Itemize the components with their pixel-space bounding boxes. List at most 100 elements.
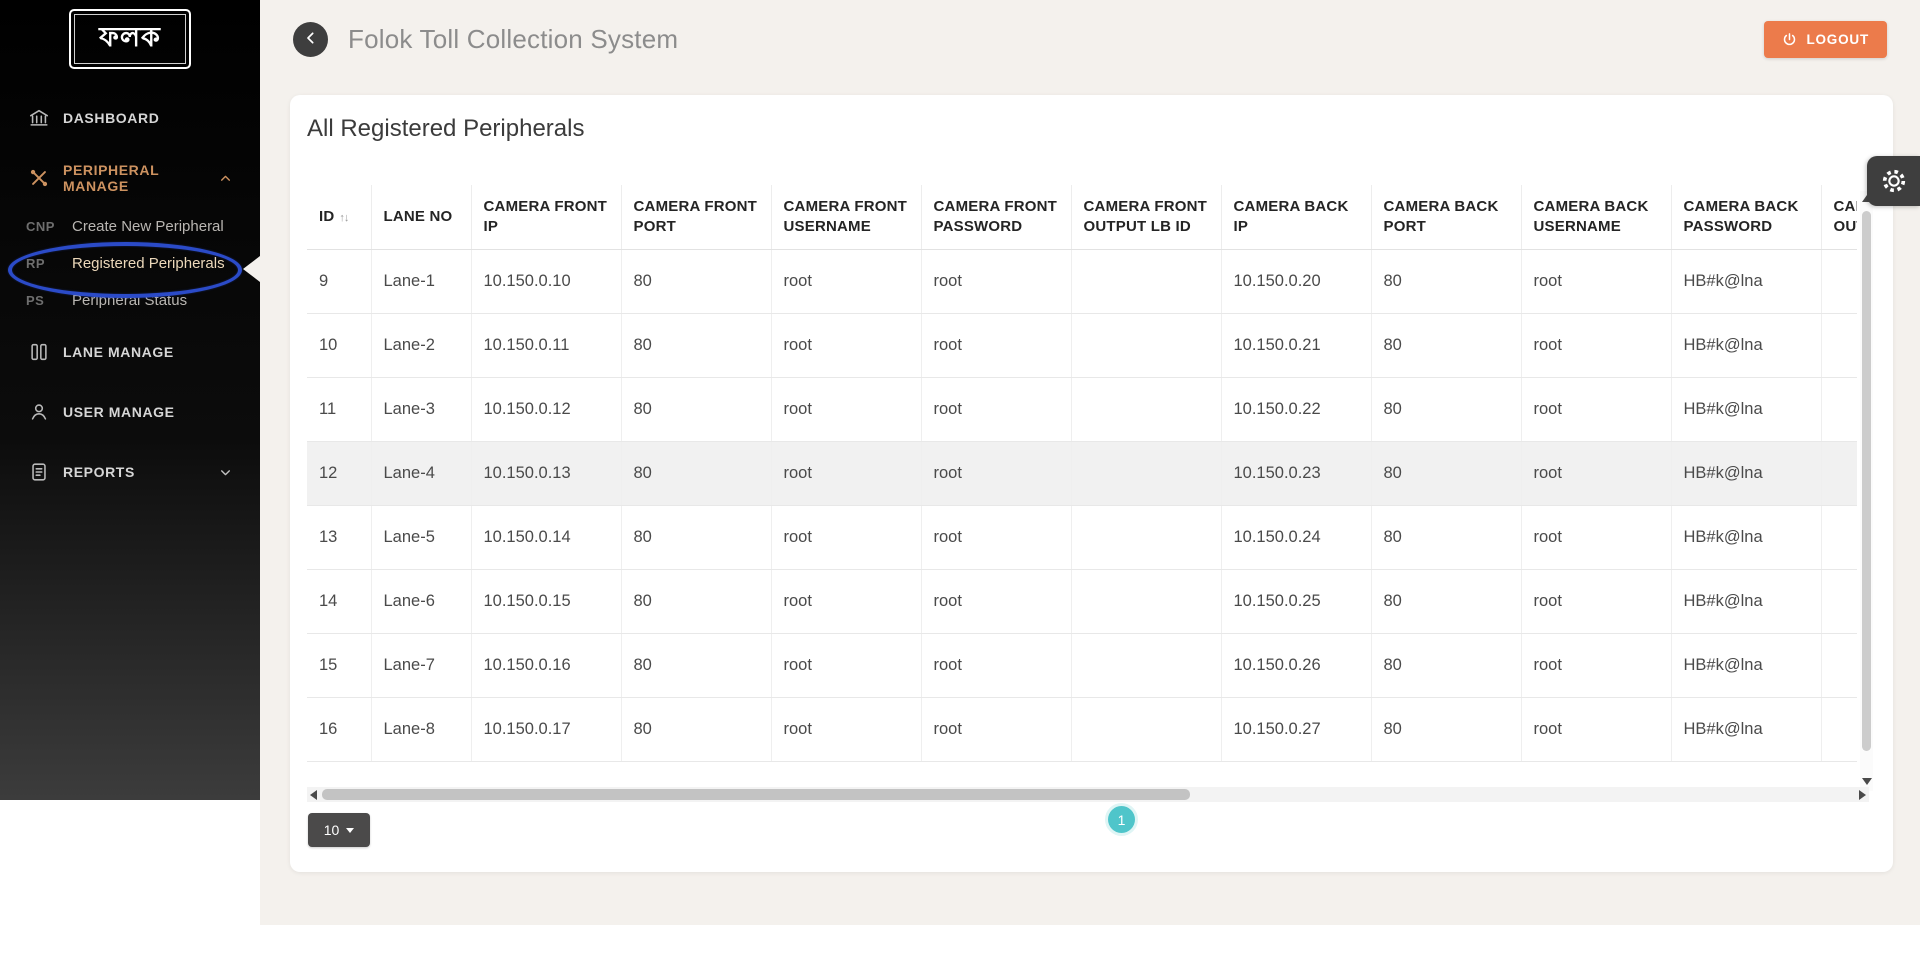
table-cell: root [921, 313, 1071, 377]
table-cell [1071, 697, 1221, 761]
table-cell: root [1521, 569, 1671, 633]
scroll-left-button[interactable] [310, 790, 317, 800]
vertical-scrollbar[interactable] [1860, 191, 1873, 791]
table-cell [1071, 313, 1221, 377]
table-cell: 10.150.0.25 [1221, 569, 1371, 633]
sidebar-item-reports[interactable]: REPORTS [0, 450, 260, 494]
table-cell: 80 [1371, 697, 1521, 761]
chevron-left-icon [303, 30, 319, 49]
peripherals-table: ID↑↓LANE NOCAMERA FRONT IPCAMERA FRONT P… [307, 185, 1857, 762]
table-cell [1821, 377, 1857, 441]
table-cell: 10.150.0.14 [471, 505, 621, 569]
settings-gear-button[interactable] [1867, 156, 1920, 206]
table-row[interactable]: 15Lane-710.150.0.1680rootroot10.150.0.26… [307, 633, 1857, 697]
table-cell: root [771, 441, 921, 505]
caret-down-icon [346, 828, 354, 833]
column-header: CAMERA FRONT IP [471, 185, 621, 249]
vertical-scrollbar-thumb[interactable] [1862, 211, 1871, 751]
table-cell: 80 [621, 505, 771, 569]
table-cell: 10.150.0.20 [1221, 249, 1371, 313]
table-cell: HB#k@lna [1671, 377, 1821, 441]
table-cell: 14 [307, 569, 371, 633]
content-card: All Registered Peripherals ID↑↓LANE NOCA… [290, 95, 1893, 872]
table-row[interactable]: 10Lane-210.150.0.1180rootroot10.150.0.21… [307, 313, 1857, 377]
table-cell: 10.150.0.15 [471, 569, 621, 633]
table-cell: HB#k@lna [1671, 505, 1821, 569]
table-row[interactable]: 16Lane-810.150.0.1780rootroot10.150.0.27… [307, 697, 1857, 761]
sidebar-item-lane-manage[interactable]: LANE MANAGE [0, 330, 260, 374]
table-cell: 16 [307, 697, 371, 761]
user-icon [28, 401, 50, 423]
table-cell: Lane-1 [371, 249, 471, 313]
table-cell: root [1521, 377, 1671, 441]
table-cell [1071, 569, 1221, 633]
logo-text: ফলক [99, 17, 161, 62]
table-cell: root [921, 441, 1071, 505]
table-cell: Lane-4 [371, 441, 471, 505]
pagination-page-button[interactable]: 1 [1108, 806, 1135, 833]
scroll-down-button[interactable] [1862, 778, 1872, 785]
sidebar-item-label: LANE MANAGE [63, 344, 174, 360]
table-cell [1071, 249, 1221, 313]
sidebar-item-create-new-peripheral[interactable]: CNP Create New Peripheral [0, 208, 260, 245]
table-cell: 80 [1371, 633, 1521, 697]
table-row[interactable]: 12Lane-410.150.0.1380rootroot10.150.0.23… [307, 441, 1857, 505]
table-cell: 80 [1371, 569, 1521, 633]
table-cell [1821, 313, 1857, 377]
app-window: ফলক DASHBOARD PERIPHERAL MANAGE [0, 0, 1920, 957]
card-title: All Registered Peripherals [307, 115, 584, 143]
table-cell: 80 [1371, 313, 1521, 377]
sidebar-item-user-manage[interactable]: USER MANAGE [0, 390, 260, 434]
table-cell: 10.150.0.16 [471, 633, 621, 697]
table-cell: 9 [307, 249, 371, 313]
table-cell: 80 [621, 313, 771, 377]
table-row[interactable]: 13Lane-510.150.0.1480rootroot10.150.0.24… [307, 505, 1857, 569]
table-cell: Lane-3 [371, 377, 471, 441]
peripheral-manage-submenu: CNP Create New Peripheral RP Registered … [0, 208, 260, 319]
table-cell: root [921, 505, 1071, 569]
sidebar-item-peripheral-status[interactable]: PS Peripheral Status [0, 282, 260, 319]
page-size-dropdown[interactable]: 10 [308, 813, 370, 847]
scroll-right-button[interactable] [1859, 790, 1866, 800]
horizontal-scrollbar[interactable] [307, 787, 1869, 802]
column-header: CAMERA BACK PORT [1371, 185, 1521, 249]
table-cell: HB#k@lna [1671, 313, 1821, 377]
bank-icon [28, 107, 50, 129]
submenu-abbr: CNP [26, 219, 58, 234]
horizontal-scrollbar-thumb[interactable] [322, 789, 1190, 800]
power-icon [1782, 32, 1797, 47]
submenu-label: Create New Peripheral [72, 218, 224, 235]
table-row[interactable]: 11Lane-310.150.0.1280rootroot10.150.0.22… [307, 377, 1857, 441]
column-header: CAMERA FRONT PORT [621, 185, 771, 249]
sidebar-item-registered-peripherals[interactable]: RP Registered Peripherals [0, 245, 260, 282]
table-cell: 80 [621, 697, 771, 761]
table-cell: 80 [1371, 249, 1521, 313]
sidebar-item-peripheral-manage[interactable]: PERIPHERAL MANAGE [0, 156, 260, 200]
table-cell: 10.150.0.13 [471, 441, 621, 505]
table-cell: 80 [621, 569, 771, 633]
table-cell: 10.150.0.26 [1221, 633, 1371, 697]
table-cell [1071, 633, 1221, 697]
sort-icon[interactable]: ↑↓ [339, 212, 348, 224]
table-cell: 10.150.0.11 [471, 313, 621, 377]
page-title: Folok Toll Collection System [348, 24, 678, 55]
table-cell: root [921, 377, 1071, 441]
sidebar-item-label: PERIPHERAL MANAGE [63, 162, 206, 194]
table-cell: Lane-2 [371, 313, 471, 377]
table-cell: root [771, 697, 921, 761]
table-row[interactable]: 14Lane-610.150.0.1580rootroot10.150.0.25… [307, 569, 1857, 633]
table-cell: root [1521, 633, 1671, 697]
table-cell: HB#k@lna [1671, 569, 1821, 633]
table-cell [1071, 505, 1221, 569]
table-cell: 80 [621, 377, 771, 441]
table-cell: root [771, 313, 921, 377]
back-button[interactable] [293, 22, 328, 57]
table-row[interactable]: 9Lane-110.150.0.1080rootroot10.150.0.208… [307, 249, 1857, 313]
column-header: CAMERA FRONT OUTPUT LB ID [1071, 185, 1221, 249]
column-header[interactable]: ID↑↓ [307, 185, 371, 249]
sidebar-item-dashboard[interactable]: DASHBOARD [0, 96, 260, 140]
sidebar-menu: DASHBOARD PERIPHERAL MANAGE CNP Create N… [0, 96, 260, 494]
column-header: CAMERA FRONT PASSWORD [921, 185, 1071, 249]
logout-button[interactable]: LOGOUT [1764, 21, 1887, 58]
table-cell: 10.150.0.10 [471, 249, 621, 313]
